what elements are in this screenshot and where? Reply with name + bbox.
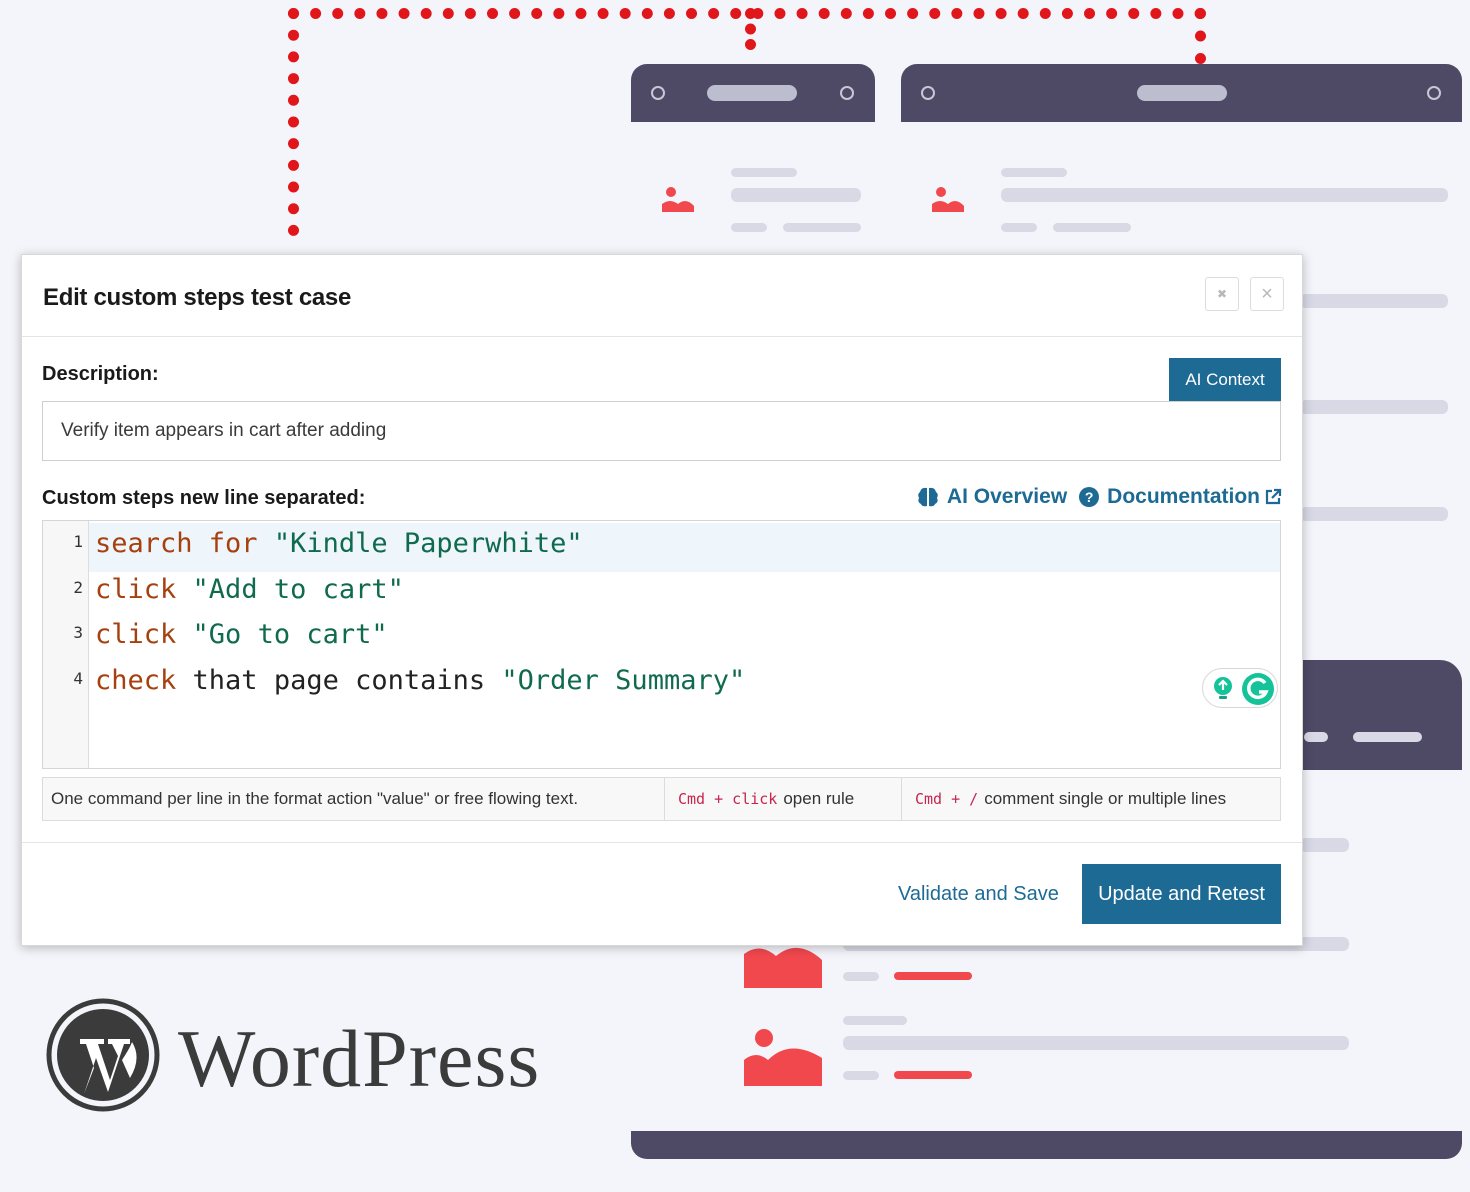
edit-test-case-dialog: Edit custom steps test case ✖ × Descript… [21,254,1303,946]
code-keyword: search for [95,528,258,559]
open-rule-hint: Cmd + click open rule [665,778,902,820]
external-link-icon [1265,488,1282,505]
custom-steps-label: Custom steps new line separated: [42,487,366,509]
dialog-title: Edit custom steps test case [43,284,352,311]
ai-overview-label: AI Overview [946,485,1068,508]
red-dashed-connector [288,8,299,236]
line-number: 4 [73,668,83,688]
editor-hints: One command per line in the format actio… [42,777,1281,821]
code-keyword: click [95,573,177,605]
code-line[interactable]: check that page contains "Order Summary" [95,665,745,696]
update-and-retest-button[interactable]: Update and Retest [1082,864,1281,924]
code-string: "Kindle Paperwhite" [273,528,583,559]
line-number-gutter [43,521,89,768]
grammarly-icon [1242,673,1274,705]
image-placeholder-icon [744,947,822,988]
code-line[interactable]: search for "Kindle Paperwhite" [95,528,583,559]
line-number: 3 [73,623,83,642]
code-string: "Order Summary" [501,664,746,696]
open-rule-text: open rule [783,789,855,808]
brain-icon [918,487,938,507]
open-rule-kbd: Cmd + click [678,790,778,808]
documentation-link[interactable]: ? Documentation [1079,485,1282,509]
code-string: "Add to cart" [192,573,404,605]
validate-and-save-button[interactable]: Validate and Save [898,883,1059,906]
illustration-panel [1290,660,1462,770]
format-hint: One command per line in the format actio… [43,778,665,820]
browser-window-bar [901,64,1462,122]
help-icon: ? [1079,487,1100,507]
image-placeholder-icon [744,1029,822,1086]
ai-overview-link[interactable]: AI Overview [917,485,1067,509]
code-keyword: check [95,664,177,696]
expand-icon[interactable]: ✖ [1205,277,1239,311]
line-number: 1 [73,532,83,551]
wordpress-logo-icon [46,998,160,1112]
comment-text: comment single or multiple lines [984,789,1227,808]
grammarly-widget[interactable] [1202,668,1278,708]
code-line[interactable]: click "Add to cart" [95,574,404,605]
comment-kbd: Cmd + / [915,790,979,808]
code-keyword: click [95,619,177,650]
line-number: 2 [73,577,83,597]
illustration-footer-bar [631,1131,1462,1159]
documentation-label: Documentation [1107,485,1260,508]
red-dashed-connector [1195,8,1206,64]
description-label: Description: [42,363,159,385]
image-placeholder-icon [662,187,694,212]
lightbulb-icon [1214,677,1232,699]
description-input[interactable]: Verify item appears in cart after adding [42,401,1281,461]
code-string: "Go to cart" [192,619,388,650]
red-dashed-connector [745,8,756,50]
image-placeholder-icon [932,187,964,212]
comment-hint: Cmd + / comment single or multiple lines [902,778,1234,820]
ai-context-button[interactable]: AI Context [1169,358,1281,402]
code-text: that page contains [176,664,502,696]
close-icon[interactable]: × [1250,277,1284,311]
browser-window-bar [631,64,875,122]
wordpress-wordmark: WordPress [178,1013,541,1104]
code-line[interactable]: click "Go to cart" [95,619,388,650]
steps-code-editor[interactable]: search for "Kindle Paperwhite" click "Add… [42,520,1281,769]
